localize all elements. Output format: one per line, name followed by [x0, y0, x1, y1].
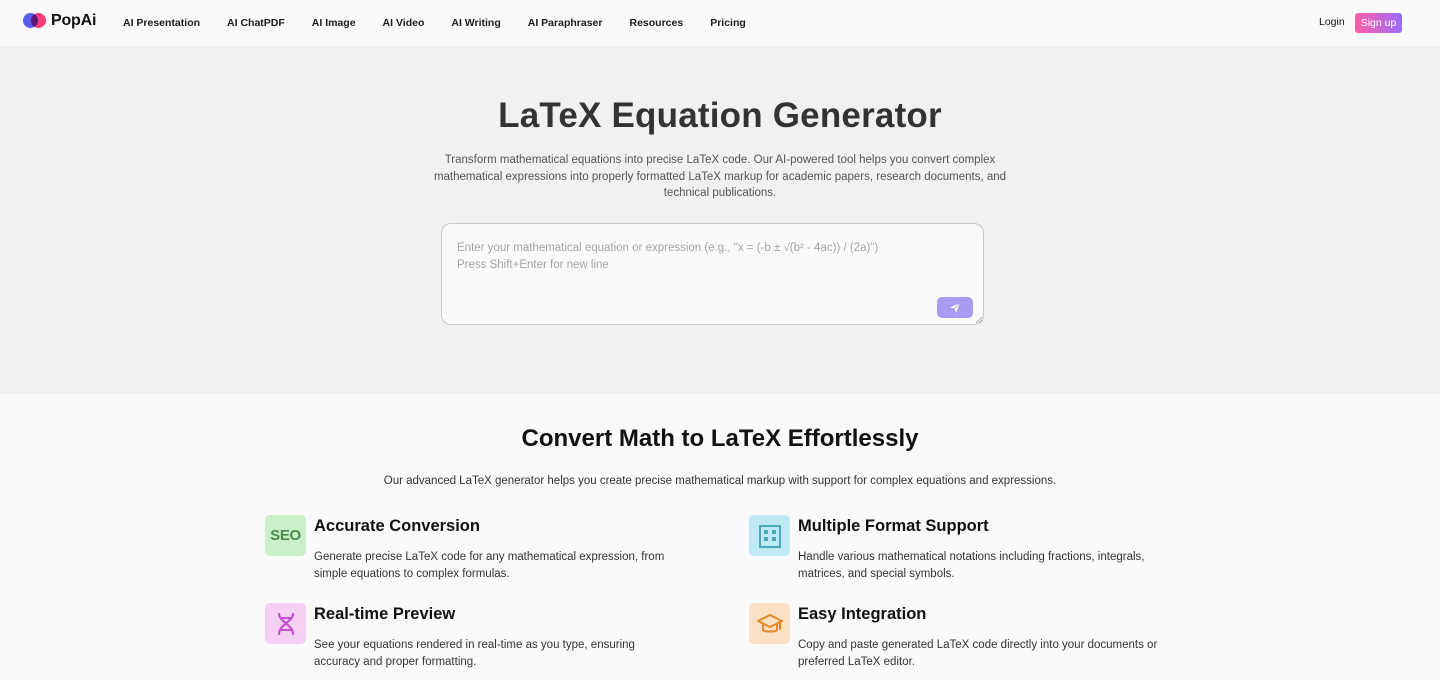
hero-description: Transform mathematical equations into pr…	[433, 154, 1007, 199]
features-section: Convert Math to LaTeX Effortlessly Our a…	[0, 394, 1440, 680]
feature-title: Accurate Conversion	[314, 517, 480, 535]
feature-description: Generate precise LaTeX code for any math…	[314, 551, 665, 580]
brand-logo[interactable]: PopAi	[23, 11, 96, 31]
resize-grip-icon[interactable]	[975, 316, 982, 323]
send-button[interactable]	[937, 297, 973, 318]
top-nav: PopAi AI Presentation AI ChatPDF AI Imag…	[0, 0, 1440, 46]
paper-plane-icon	[950, 302, 961, 313]
brand-name: PopAi	[51, 12, 97, 29]
main-menu: AI Presentation AI ChatPDF AI Image AI V…	[123, 0, 773, 46]
nav-resources[interactable]: Resources	[629, 17, 683, 29]
seo-icon: SEO	[265, 515, 306, 556]
hero-section: LaTeX Equation Generator Transform mathe…	[0, 46, 1440, 394]
features-description: Our advanced LaTeX generator helps you c…	[383, 475, 1057, 487]
page-title: LaTeX Equation Generator	[498, 96, 942, 135]
nav-ai-video[interactable]: AI Video	[383, 17, 425, 29]
dna-icon	[265, 603, 306, 644]
logo-icon	[23, 11, 47, 31]
feature-title: Multiple Format Support	[798, 517, 989, 535]
equation-input[interactable]	[457, 240, 967, 290]
building-icon	[749, 515, 790, 556]
nav-ai-chatpdf[interactable]: AI ChatPDF	[227, 17, 285, 29]
nav-ai-image[interactable]: AI Image	[312, 17, 356, 29]
feature-description: Handle various mathematical notations in…	[798, 551, 1145, 580]
graduation-cap-icon	[749, 603, 790, 644]
nav-ai-presentation[interactable]: AI Presentation	[123, 17, 200, 29]
nav-ai-paraphraser[interactable]: AI Paraphraser	[528, 17, 603, 29]
signup-button[interactable]: Sign up	[1355, 13, 1402, 33]
nav-pricing[interactable]: Pricing	[710, 17, 746, 29]
login-link[interactable]: Login	[1319, 16, 1345, 28]
features-title: Convert Math to LaTeX Effortlessly	[521, 425, 919, 452]
nav-ai-writing[interactable]: AI Writing	[451, 17, 500, 29]
feature-title: Real-time Preview	[314, 605, 456, 623]
feature-description: Copy and paste generated LaTeX code dire…	[798, 639, 1158, 668]
feature-description: See your equations rendered in real-time…	[314, 639, 635, 668]
feature-title: Easy Integration	[798, 605, 927, 623]
equation-input-box	[441, 223, 984, 325]
